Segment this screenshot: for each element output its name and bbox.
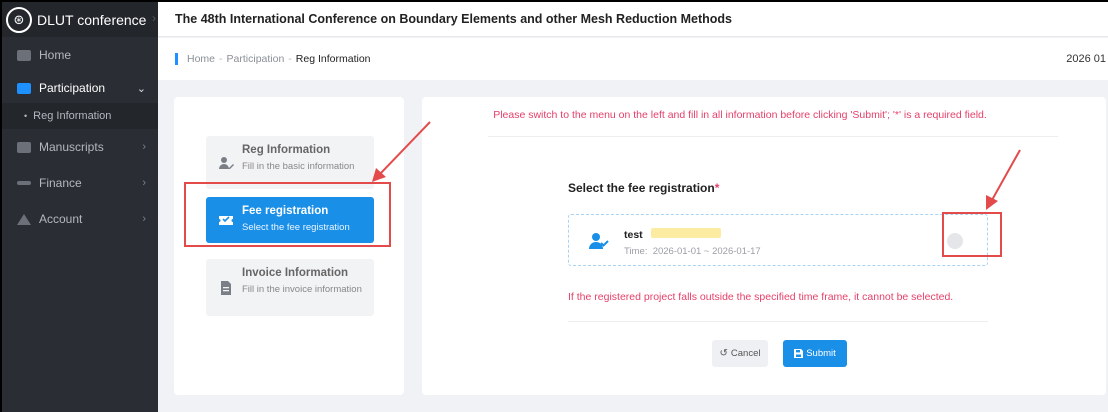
breadcrumb: Home - Participation - Reg Information 2… bbox=[158, 38, 1108, 80]
breadcrumb-separator: - bbox=[219, 53, 223, 65]
finance-icon bbox=[17, 181, 31, 185]
submit-button[interactable]: Submit bbox=[783, 340, 847, 367]
home-icon bbox=[17, 49, 31, 61]
user-edit-icon bbox=[219, 156, 234, 169]
fee-option-time: Time: 2026-01-01 ~ 2026-01-17 bbox=[624, 246, 761, 257]
sidebar-item-label: Participation bbox=[39, 81, 106, 95]
logo-bar: ⊛ DLUT conference › bbox=[2, 2, 158, 37]
sidebar-subitem-label: Reg Information bbox=[33, 110, 112, 122]
time-frame-warning: If the registered project falls outside … bbox=[568, 291, 954, 303]
step-desc: Fill in the basic information bbox=[242, 161, 355, 172]
annotation-highlight-radio bbox=[942, 212, 1002, 257]
section-label-text: Select the fee registration bbox=[568, 181, 715, 195]
breadcrumb-current: Reg Information bbox=[295, 53, 371, 65]
cancel-button[interactable]: ↺ Cancel bbox=[712, 340, 768, 367]
chevron-right-icon: › bbox=[142, 177, 146, 189]
step-invoice-information[interactable]: Invoice Information Fill in the invoice … bbox=[206, 259, 374, 316]
breadcrumb-home[interactable]: Home bbox=[187, 53, 215, 65]
save-icon bbox=[794, 349, 804, 358]
sidebar-item-label: Home bbox=[39, 48, 72, 62]
time-range: 2026-01-01 ~ 2026-01-17 bbox=[652, 246, 761, 257]
sidebar-nav: Home Participation ⌄ • Reg Information M… bbox=[2, 37, 158, 237]
fee-option-card[interactable]: test Time: 2026-01-01 ~ 2026-01-17 bbox=[568, 214, 988, 266]
collapse-chevron-icon[interactable]: › bbox=[152, 11, 156, 25]
breadcrumb-marker bbox=[175, 53, 178, 65]
breadcrumb-participation[interactable]: Participation bbox=[227, 53, 285, 65]
participation-icon bbox=[17, 82, 31, 94]
page-title: The 48th International Conference on Bou… bbox=[175, 12, 733, 26]
step-title: Invoice Information bbox=[242, 267, 349, 279]
sidebar-item-label: Account bbox=[39, 212, 83, 226]
bullet-icon: • bbox=[24, 111, 28, 121]
user-check-icon bbox=[589, 233, 609, 249]
time-label: Time: bbox=[624, 246, 648, 257]
document-icon bbox=[221, 280, 231, 295]
chevron-right-icon: › bbox=[142, 213, 146, 225]
required-mark: * bbox=[714, 181, 720, 195]
sidebar-item-account[interactable]: Account › bbox=[2, 201, 158, 237]
fee-option-name: test bbox=[624, 229, 643, 241]
sidebar-subitem-reg-information[interactable]: • Reg Information bbox=[2, 103, 158, 129]
instruction-notice: Please switch to the menu on the left an… bbox=[493, 109, 987, 121]
sidebar-item-label: Finance bbox=[39, 176, 82, 190]
section-label: Select the fee registration* bbox=[568, 181, 719, 195]
sidebar-item-home[interactable]: Home bbox=[2, 37, 158, 73]
submit-label: Submit bbox=[806, 348, 836, 359]
logo-icon: ⊛ bbox=[6, 6, 32, 33]
redacted-text bbox=[651, 228, 721, 238]
breadcrumb-separator: - bbox=[288, 53, 292, 65]
step-title: Reg Information bbox=[242, 144, 331, 156]
step-desc: Fill in the invoice information bbox=[242, 284, 362, 295]
divider bbox=[568, 321, 988, 322]
chevron-right-icon: › bbox=[142, 141, 146, 153]
date-display: 2026 01 bbox=[1066, 53, 1106, 65]
divider bbox=[488, 136, 1058, 137]
app-window: ⊛ DLUT conference › Home Participation ⌄… bbox=[2, 2, 1108, 412]
app-name: DLUT conference bbox=[37, 11, 147, 28]
sidebar-item-finance[interactable]: Finance › bbox=[2, 165, 158, 201]
sidebar-item-participation[interactable]: Participation ⌄ bbox=[2, 73, 158, 103]
folder-icon bbox=[17, 141, 31, 153]
sidebar: ⊛ DLUT conference › Home Participation ⌄… bbox=[2, 2, 158, 412]
sidebar-item-label: Manuscripts bbox=[39, 140, 104, 154]
cancel-label: Cancel bbox=[730, 348, 761, 359]
main-panel: Please switch to the menu on the left an… bbox=[422, 97, 1106, 395]
page-header: The 48th International Conference on Bou… bbox=[158, 2, 1108, 37]
undo-icon: ↺ bbox=[719, 348, 728, 359]
sidebar-item-manuscripts[interactable]: Manuscripts › bbox=[2, 129, 158, 165]
chevron-down-icon: ⌄ bbox=[136, 82, 146, 95]
annotation-highlight-step bbox=[184, 182, 391, 247]
account-icon bbox=[17, 213, 31, 225]
